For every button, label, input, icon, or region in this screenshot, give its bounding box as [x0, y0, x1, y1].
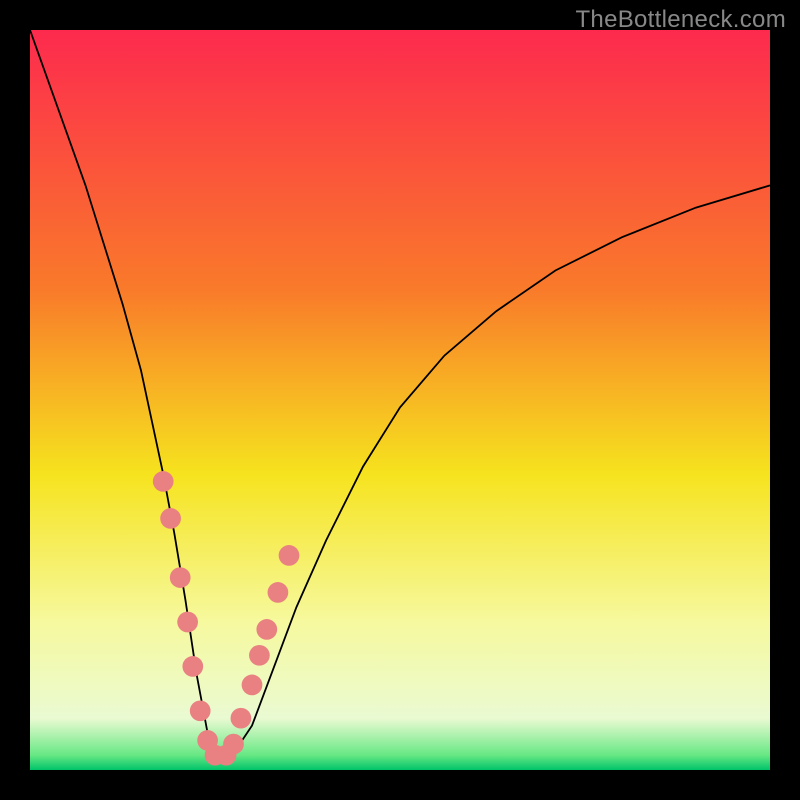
- sample-marker: [190, 700, 211, 721]
- chart-canvas: [30, 30, 770, 770]
- sample-marker: [223, 734, 244, 755]
- sample-marker: [249, 645, 270, 666]
- sample-marker: [242, 675, 263, 696]
- sample-marker: [268, 582, 289, 603]
- sample-marker: [231, 708, 252, 729]
- sample-marker: [256, 619, 277, 640]
- sample-marker: [279, 545, 300, 566]
- sample-marker: [177, 612, 198, 633]
- sample-marker: [182, 656, 203, 677]
- plot-background: [30, 30, 770, 770]
- chart-frame: TheBottleneck.com: [0, 0, 800, 800]
- sample-marker: [160, 508, 181, 529]
- sample-marker: [153, 471, 174, 492]
- sample-marker: [170, 567, 191, 588]
